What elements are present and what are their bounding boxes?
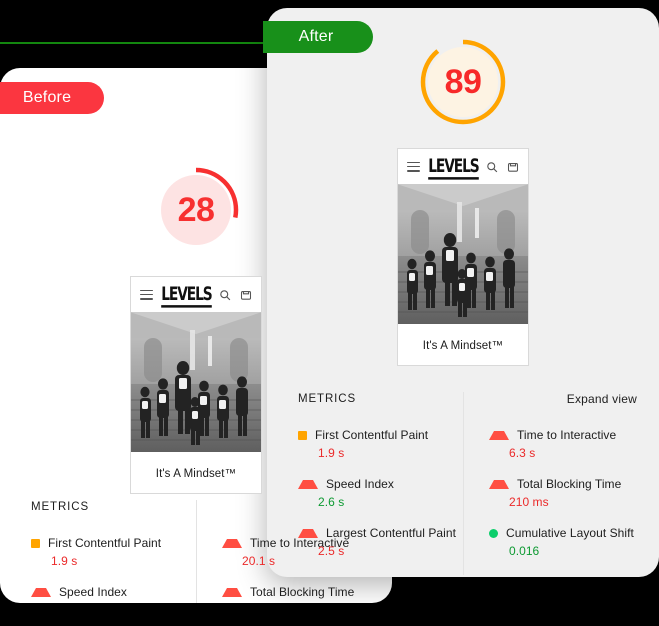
metric-value: 2.5 s [318,544,345,558]
preview-caption: It's A Mindset™ [131,452,261,493]
screenshot-root: 28 LEVELS It's A Mindset™ METRICS First … [0,0,659,626]
hamburger-icon[interactable] [140,289,153,300]
after-score-gauge: 89 [419,38,507,126]
metric-row: First Contentful Paint 1.9 s [31,536,196,568]
bag-icon[interactable] [507,161,519,173]
preview-header: LEVELS [131,277,261,312]
preview-hero-photo [131,312,261,452]
metric-row: Total Blocking Time 210 ms [489,477,659,509]
metric-label: Speed Index [326,477,394,491]
site-logo: LEVELS [427,154,479,180]
metric-label: Largest Contentful Paint [326,526,456,540]
metric-marker-triangle-icon [298,479,318,489]
after-badge: After [263,21,373,53]
after-metrics-left-column: METRICS First Contentful Paint 1.9 s Spe… [267,392,463,575]
preview-header-actions [486,161,519,173]
preview-caption: It's A Mindset™ [398,324,528,365]
metric-value: 0.016 [509,544,540,558]
before-score-value: 28 [177,190,215,229]
metrics-heading: METRICS [298,393,357,405]
metric-marker-triangle-icon [222,587,242,597]
metric-value: 210 ms [509,495,549,509]
metric-row: Time to Interactive 6.3 s [489,428,659,460]
metric-label: Total Blocking Time [250,585,355,599]
metric-row: Speed Index 2.6 s [298,477,463,509]
after-report-card: 89 LEVELS It's A Mindset™ METRICS First … [267,8,659,577]
metric-row: Total Blocking Time 5,740 ms [222,585,392,603]
metric-label: First Contentful Paint [315,428,429,442]
preview-header: LEVELS [398,149,528,184]
search-icon[interactable] [486,161,498,173]
metric-label: Cumulative Layout Shift [506,526,634,540]
metric-marker-triangle-icon [489,479,509,489]
metric-value: 2.6 s [318,495,345,509]
after-score-value: 89 [444,62,482,101]
metric-label: Time to Interactive [517,428,617,442]
after-metrics-section: METRICS First Contentful Paint 1.9 s Spe… [267,392,659,575]
metric-label: Speed Index [59,585,127,599]
before-score-gauge: 28 [152,166,240,254]
metric-row: Largest Contentful Paint 2.5 s [298,526,463,558]
hamburger-icon[interactable] [407,161,420,172]
after-site-preview: LEVELS It's A Mindset™ [397,148,529,366]
metric-marker-triangle-icon [222,538,242,548]
metric-label: Total Blocking Time [517,477,622,491]
metric-row: Cumulative Layout Shift 0.016 [489,526,659,558]
metric-row: First Contentful Paint 1.9 s [298,428,463,460]
before-site-preview: LEVELS It's A Mindset™ [130,276,262,494]
metric-value: 1.9 s [318,446,345,460]
metric-marker-triangle-icon [489,430,509,440]
metrics-heading: METRICS [31,501,90,513]
search-icon[interactable] [219,289,231,301]
metric-row: Speed Index 11.4 s [31,585,196,603]
expand-view-link[interactable]: Expand view [489,392,659,406]
after-metrics-right-column: Expand view Time to Interactive 6.3 s To… [463,392,659,575]
metric-marker-square-icon [298,430,307,440]
metric-marker-circle-icon [489,528,498,538]
metric-value: 6.3 s [509,446,536,460]
preview-hero-photo [398,184,528,324]
before-metrics-left-column: METRICS First Contentful Paint 1.9 s Spe… [0,500,196,603]
bag-icon[interactable] [240,289,252,301]
metric-marker-triangle-icon [298,528,318,538]
metric-value: 1.9 s [51,554,78,568]
metric-label: First Contentful Paint [48,536,162,550]
site-logo: LEVELS [160,282,212,308]
preview-header-actions [219,289,252,301]
metric-marker-square-icon [31,538,40,548]
before-badge: Before [0,82,104,114]
metric-marker-triangle-icon [31,587,51,597]
